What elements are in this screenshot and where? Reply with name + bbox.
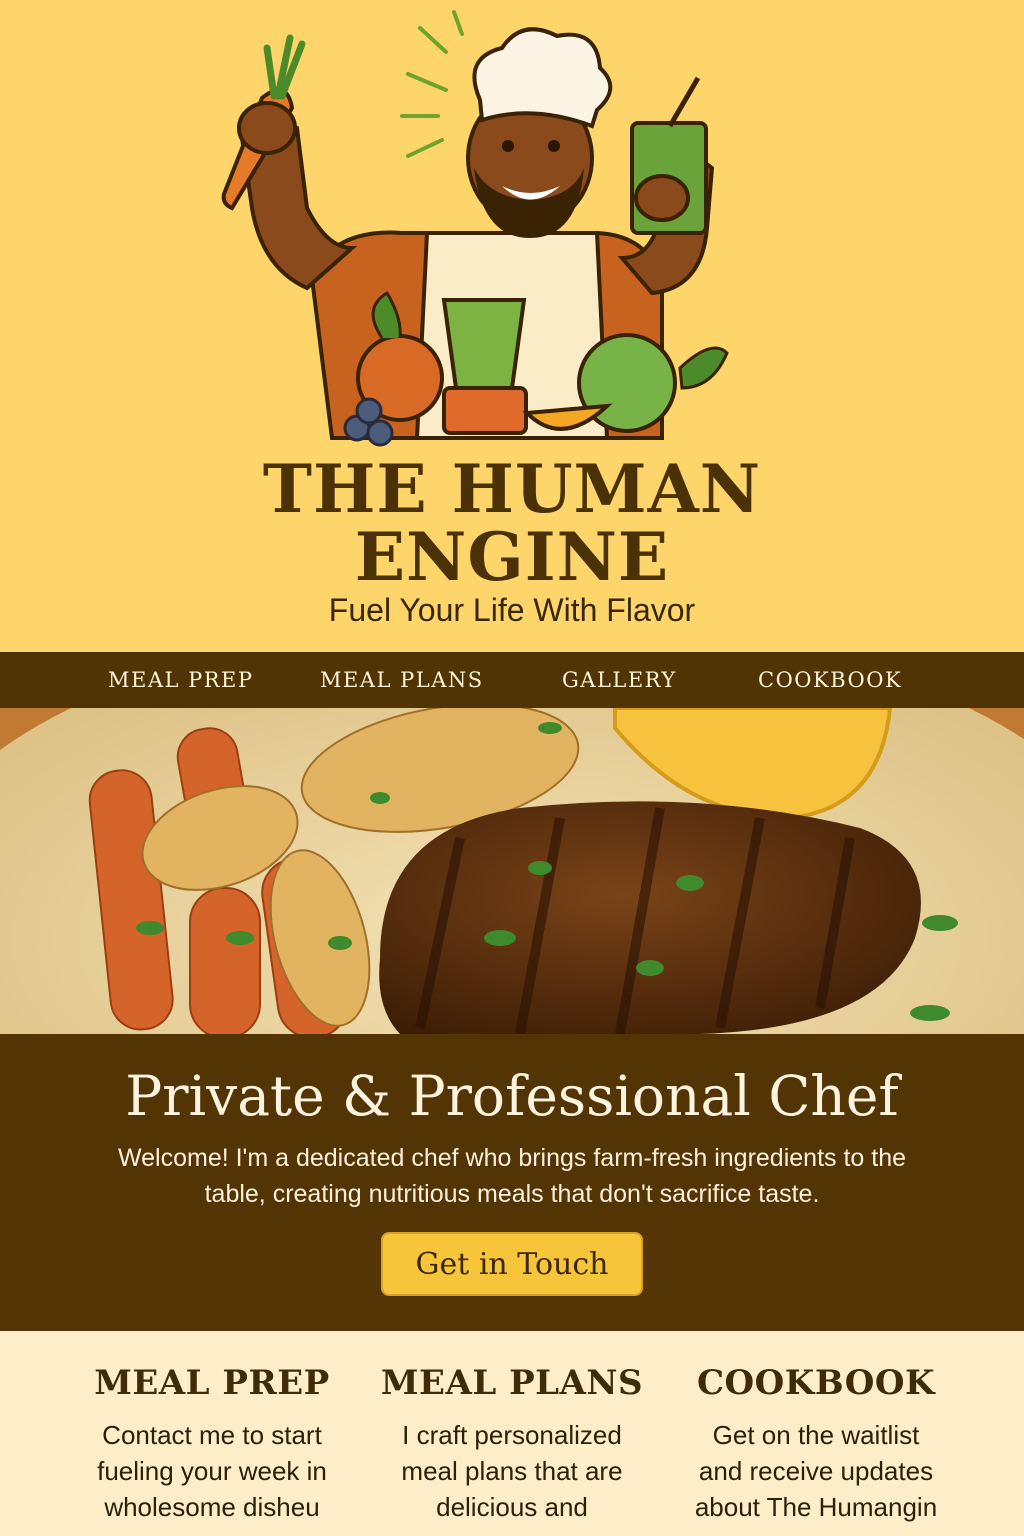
brand-tagline: Fuel Your Life With Flavor: [328, 592, 696, 628]
intro-body: Welcome! I'm a dedicated chef who brings…: [117, 1144, 907, 1208]
plated-meal-photo: [0, 708, 1024, 1034]
get-in-touch-button[interactable]: Get in Touch: [381, 1232, 643, 1296]
feature-title: MEAL PREP: [94, 1363, 330, 1403]
main-nav: MEAL PREP MEAL PLANS GALLERY COOKBOOK: [0, 652, 1024, 708]
feature-meal-prep: MEAL PREP Contact me to start fueling yo…: [62, 1363, 362, 1525]
feature-text: Contact me to start fueling your week in…: [97, 1420, 327, 1522]
intro-section: Private & Professional Chef Welcome! I'm…: [0, 1034, 1024, 1331]
nav-link-meal-plans[interactable]: MEAL PLANS: [320, 668, 484, 692]
nav-link-cookbook[interactable]: COOKBOOK: [758, 668, 902, 692]
site-header: THE HUMAN ENGINE Fuel Your Life With Fla…: [0, 0, 1024, 652]
nav-link-gallery[interactable]: GALLERY: [562, 668, 677, 692]
feature-text: I craft personalized meal plans that are…: [401, 1420, 623, 1522]
features-section: MEAL PREP Contact me to start fueling yo…: [0, 1331, 1024, 1536]
nav-link-meal-prep[interactable]: MEAL PREP: [108, 668, 254, 692]
feature-title: COOKBOOK: [697, 1363, 935, 1403]
brand-title-line1: THE HUMAN: [262, 450, 762, 528]
brand-title-line2: ENGINE: [354, 518, 670, 596]
feature-cookbook: COOKBOOK Get on the waitlist and receive…: [666, 1363, 966, 1525]
chef-mascot-logo: [221, 10, 729, 447]
intro-title: Private & Professional Chef: [125, 1064, 899, 1128]
hero-food-image: [0, 708, 1024, 1034]
feature-meal-plans: MEAL PLANS I craft personalized meal pla…: [362, 1363, 662, 1525]
feature-title: MEAL PLANS: [380, 1363, 644, 1403]
feature-text: Get on the waitlist and receive updates …: [694, 1420, 938, 1522]
